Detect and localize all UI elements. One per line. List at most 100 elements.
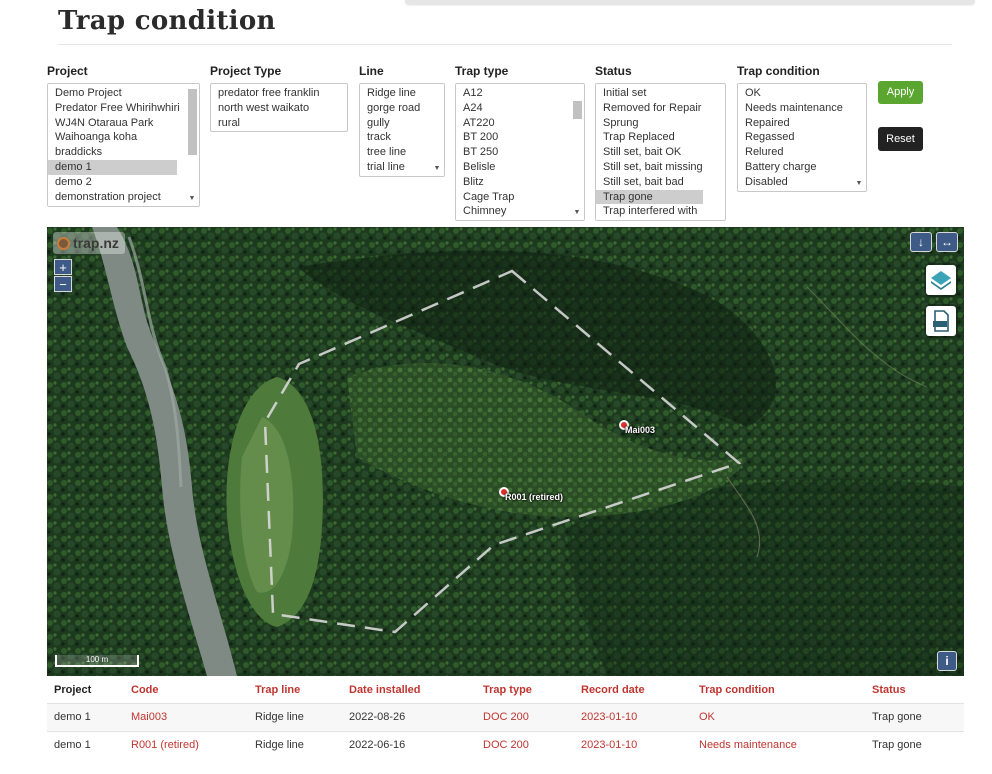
cell-record-date-link[interactable]: 2023-01-10 [574,702,692,731]
line-option[interactable]: gully [360,116,422,131]
cell-trap-condition-link[interactable]: OK [692,702,865,731]
status-option[interactable]: Removed for Repair [596,101,703,116]
status-option[interactable]: Still set, bait missing [596,160,703,175]
results-table: Project Code Trap line Date installed Tr… [47,677,964,759]
project-option[interactable]: demonstration project [48,190,177,205]
satellite-map[interactable]: trap.nz + − ↓ ↔ Mai003 R001 (retired) 10… [47,227,964,676]
info-button[interactable]: i [937,651,957,671]
brand-name: trap.nz [73,235,119,251]
trap-condition-option[interactable]: Needs maintenance [738,101,844,116]
status-option[interactable]: Still set, bait OK [596,145,703,160]
satellite-imagery [47,227,964,676]
table-header-row: Project Code Trap line Date installed Tr… [47,677,964,703]
status-listbox[interactable]: Initial set Removed for Repair Sprung Tr… [595,83,726,221]
trap-type-listbox[interactable]: A12 A24 AT220 BT 200 BT 250 Belisle Blit… [455,83,585,221]
zoom-control: + − [54,259,72,293]
scroll-thumb[interactable] [188,89,197,155]
col-trap-condition[interactable]: Trap condition [692,677,865,703]
chevron-down-icon[interactable]: ▼ [186,194,198,204]
col-trap-line[interactable]: Trap line [248,677,342,703]
top-bar-shadow [405,0,975,4]
status-option-selected[interactable]: Trap gone [596,189,703,205]
line-option[interactable]: Ridge line [360,86,422,101]
chevron-down-icon[interactable]: ▼ [853,179,865,189]
layers-button[interactable] [926,265,956,295]
col-trap-type[interactable]: Trap type [476,677,574,703]
trap-condition-option[interactable]: Relured [738,145,844,160]
line-option[interactable]: tree line [360,145,422,160]
trap-type-filter-label: Trap type [455,64,509,78]
col-code[interactable]: Code [124,677,248,703]
project-option[interactable]: Predator Free Whirihwhiri [48,101,180,116]
cell-trap-condition-link[interactable]: Needs maintenance [692,730,865,759]
map-scale-bar: 100 m [55,655,139,667]
zoom-out-button[interactable]: − [54,276,72,292]
page-title: Trap condition [58,6,276,36]
project-option[interactable]: Demo Project [48,86,177,101]
table-row: demo 1 Mai003 Ridge line 2022-08-26 DOC … [47,702,964,731]
zoom-in-button[interactable]: + [54,259,72,275]
col-date-installed[interactable]: Date installed [342,677,476,703]
trap-type-option[interactable]: Cage Trap [456,190,562,205]
project-option[interactable]: braddicks [48,145,177,160]
trap-condition-scrollbar[interactable]: ▼ [853,85,865,190]
project-scrollbar[interactable]: ▼ [186,85,198,205]
trap-type-option[interactable]: Chimney [456,204,562,219]
status-option[interactable]: Trap interfered with [596,204,703,219]
line-option[interactable]: track [360,130,422,145]
project-option-selected[interactable]: demo 1 [48,159,177,175]
status-option[interactable]: Still set, bait bad [596,175,703,190]
status-option[interactable]: Sprung [596,116,703,131]
line-listbox[interactable]: Ridge line gorge road gully track tree l… [359,83,445,177]
pdf-export-button[interactable] [926,306,956,336]
scroll-thumb[interactable] [573,101,582,119]
expand-horizontal-icon[interactable]: ↔ [936,232,958,252]
trap-condition-option[interactable]: Regassed [738,130,844,145]
col-status[interactable]: Status [865,677,964,703]
download-icon[interactable]: ↓ [910,232,932,252]
project-listbox[interactable]: Demo Project Predator Free Whirihwhiri W… [47,83,200,207]
trap-condition-option[interactable]: Battery charge [738,160,844,175]
cell-trap-line: Ridge line [248,730,342,759]
line-option[interactable]: trial line [360,160,422,175]
trap-type-option[interactable]: BT 200 [456,130,562,145]
project-option[interactable]: demo 2 [48,175,177,190]
status-option[interactable]: Trap Replaced [596,130,703,145]
trap-type-scrollbar[interactable]: ▼ [571,85,583,219]
trap-type-option[interactable]: Belisle [456,160,562,175]
trap-type-option[interactable]: A24 [456,101,562,116]
project-type-option[interactable]: rural [211,116,343,131]
trap-condition-option[interactable]: OK [738,86,844,101]
trap-type-filter: Trap type A12 A24 AT220 BT 200 BT 250 Be… [455,64,585,221]
status-option[interactable]: Initial set [596,86,703,101]
trap-type-option[interactable]: Blitz [456,175,562,190]
line-filter-label: Line [359,64,384,78]
cell-record-date-link[interactable]: 2023-01-10 [574,730,692,759]
cell-trap-type-link[interactable]: DOC 200 [476,702,574,731]
project-type-option[interactable]: predator free franklin [211,86,343,101]
reset-button[interactable]: Reset [878,127,923,151]
apply-button[interactable]: Apply [878,81,923,104]
project-option[interactable]: WJ4N Otaraua Park [48,116,177,131]
col-project: Project [54,683,92,696]
project-filter: Project Demo Project Predator Free Whiri… [47,64,200,207]
line-scrollbar[interactable]: ▼ [431,85,443,175]
trap-condition-option[interactable]: Repaired [738,116,844,131]
trap-condition-listbox[interactable]: OK Needs maintenance Repaired Regassed R… [737,83,867,192]
chevron-down-icon[interactable]: ▼ [431,164,443,174]
trap-type-option[interactable]: AT220 [456,116,562,131]
trap-type-option[interactable]: BT 250 [456,145,562,160]
status-filter-label: Status [595,64,632,78]
project-option[interactable]: Waihoanga koha [48,130,177,145]
trap-type-option[interactable]: A12 [456,86,562,101]
chevron-down-icon[interactable]: ▼ [571,208,583,218]
col-record-date[interactable]: Record date [574,677,692,703]
line-option[interactable]: gorge road [360,101,422,116]
cell-project: demo 1 [47,730,124,759]
trap-condition-option[interactable]: Disabled [738,175,844,190]
project-type-listbox[interactable]: predator free franklin north west waikat… [210,83,348,132]
project-type-option[interactable]: north west waikato [211,101,343,116]
cell-trap-type-link[interactable]: DOC 200 [476,730,574,759]
cell-code-link[interactable]: R001 (retired) [124,730,248,759]
cell-code-link[interactable]: Mai003 [124,702,248,731]
